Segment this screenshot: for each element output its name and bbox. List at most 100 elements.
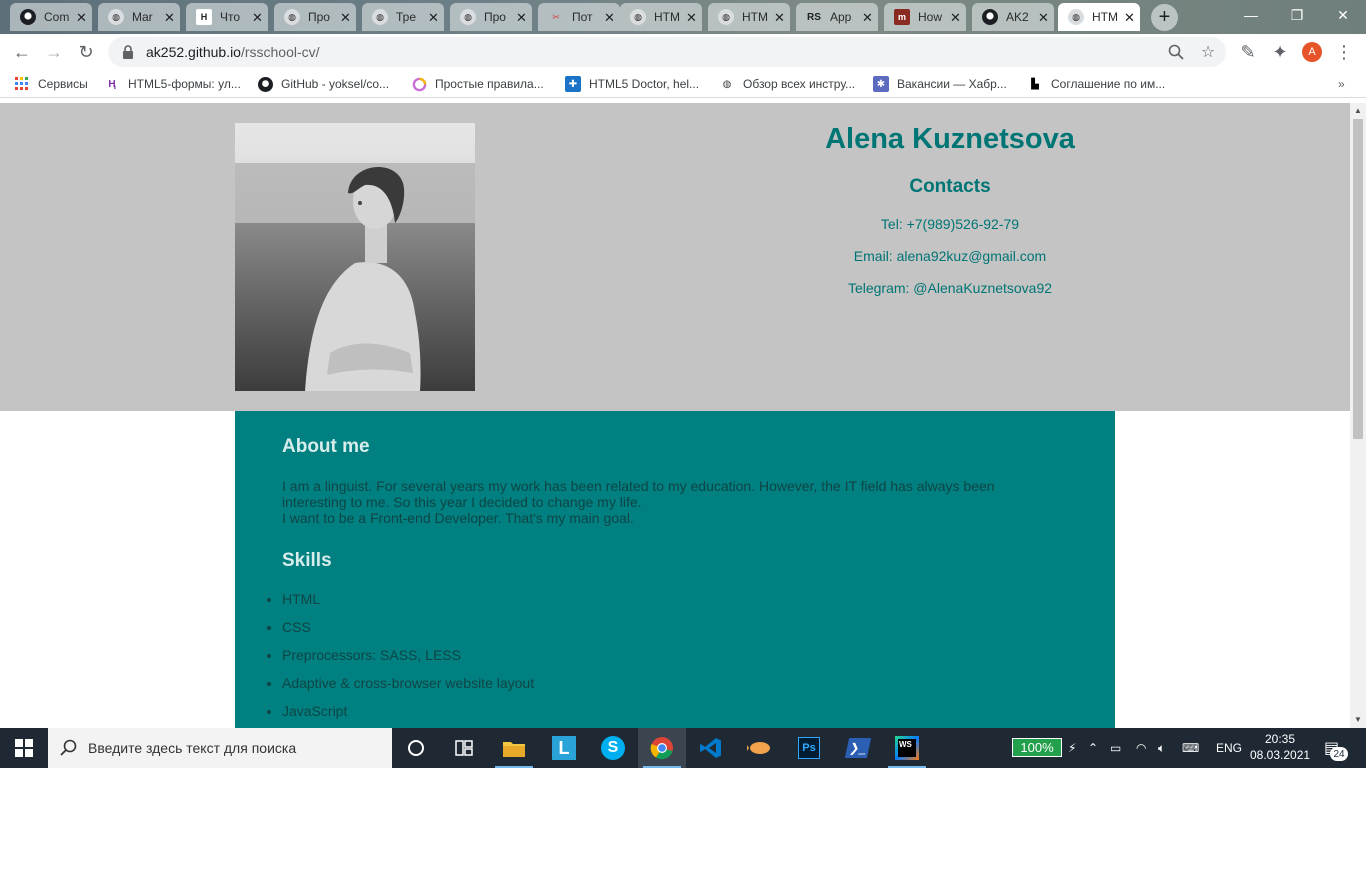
globe-icon: ◍ bbox=[460, 9, 476, 25]
rs-icon: RS bbox=[807, 11, 821, 23]
battery-icon[interactable]: ▭ bbox=[1110, 728, 1121, 768]
page-viewport: Alena Kuznetsova Contacts Tel: +7(989)52… bbox=[0, 103, 1350, 728]
bookmark-label: Вакансии — Хабр... bbox=[897, 77, 1007, 91]
close-window-icon[interactable]: ✕ bbox=[1320, 0, 1366, 30]
tab-title: HTM bbox=[742, 10, 768, 24]
close-icon[interactable]: ✕ bbox=[252, 11, 263, 24]
contact-phone[interactable]: Tel: +7(989)526-92-79 bbox=[790, 216, 1110, 233]
bookmark-github-yoksel[interactable]: GitHub - yoksel/co... bbox=[257, 75, 389, 93]
tab-chto[interactable]: Н Что ✕ bbox=[186, 3, 268, 31]
tab-htm-2[interactable]: ◍ HTM ✕ bbox=[708, 3, 790, 31]
tab-how[interactable]: m How ✕ bbox=[884, 3, 966, 31]
globe-icon: ◍ bbox=[108, 9, 124, 25]
photoshop-icon[interactable]: Ps bbox=[785, 728, 833, 768]
bookmark-bem-naming[interactable]: ▙ Соглашение по им... bbox=[1027, 75, 1165, 93]
profile-avatar[interactable]: A bbox=[1302, 42, 1322, 62]
power-plug-icon[interactable]: ⚡ bbox=[1068, 728, 1076, 768]
scroll-down-icon[interactable]: ▼ bbox=[1354, 715, 1362, 724]
url-text[interactable]: ak252.github.io/rsschool-cv/ bbox=[146, 44, 320, 60]
extension-pen-icon[interactable]: ✎ bbox=[1236, 40, 1260, 64]
close-icon[interactable]: ✕ bbox=[686, 11, 697, 24]
new-tab-button[interactable]: + bbox=[1151, 4, 1178, 31]
search-placeholder: Введите здесь текст для поиска bbox=[88, 740, 297, 756]
bookmark-services[interactable]: Сервисы bbox=[14, 75, 88, 93]
tab-htm-active[interactable]: ◍ HTM ✕ bbox=[1058, 3, 1140, 31]
keyboard-icon[interactable]: ⌨ bbox=[1182, 728, 1199, 768]
close-icon[interactable]: ✕ bbox=[164, 11, 175, 24]
tab-title: Про bbox=[484, 10, 506, 24]
language-indicator[interactable]: ENG bbox=[1216, 728, 1242, 768]
apps-grid-icon bbox=[14, 76, 30, 92]
vscode-icon[interactable] bbox=[687, 728, 735, 768]
close-icon[interactable]: ✕ bbox=[950, 11, 961, 24]
close-icon[interactable]: ✕ bbox=[76, 11, 87, 24]
powershell-icon[interactable]: ❯_ bbox=[834, 728, 882, 768]
page-scrollbar[interactable]: ▲ ▼ bbox=[1350, 103, 1366, 728]
close-icon[interactable]: ✕ bbox=[1124, 11, 1135, 24]
bookmark-html5-doctor[interactable]: ✚ HTML5 Doctor, hel... bbox=[565, 75, 699, 93]
file-explorer-icon[interactable] bbox=[490, 728, 538, 768]
zoom-icon[interactable] bbox=[1166, 42, 1186, 62]
skype-icon[interactable]: S bbox=[589, 728, 637, 768]
cortana-icon[interactable] bbox=[392, 728, 440, 768]
tab-pro-1[interactable]: ◍ Про ✕ bbox=[274, 3, 356, 31]
tab-ak2[interactable]: AK2 ✕ bbox=[972, 3, 1054, 31]
tab-title: App bbox=[830, 10, 852, 24]
wifi-icon[interactable]: ◠ bbox=[1136, 728, 1146, 768]
webstorm-icon[interactable]: WS bbox=[883, 728, 931, 768]
windows-start-icon[interactable] bbox=[0, 728, 48, 768]
bookmarks-overflow-icon[interactable]: » bbox=[1338, 75, 1345, 93]
address-bar[interactable]: ak252.github.io/rsschool-cv/ ☆ bbox=[108, 37, 1226, 67]
about-paragraph-2: I want to be a Front-end Developer. That… bbox=[282, 510, 634, 526]
contacts-heading: Contacts bbox=[909, 176, 991, 197]
close-icon[interactable]: ✕ bbox=[1038, 11, 1049, 24]
bookmark-simple-rules[interactable]: Простые правила... bbox=[411, 75, 544, 93]
screen: Com ✕ ◍ Mar ✕ Н Что ✕ ◍ Про ✕ ◍ Тре ✕ ◍ … bbox=[0, 0, 1366, 768]
close-icon[interactable]: ✕ bbox=[774, 11, 785, 24]
contact-telegram[interactable]: Telegram: @AlenaKuznetsova92 bbox=[790, 280, 1110, 297]
extensions-puzzle-icon[interactable]: ✦ bbox=[1268, 40, 1292, 64]
close-icon[interactable]: ✕ bbox=[604, 11, 615, 24]
url-host: ak252.github.io bbox=[146, 44, 241, 60]
task-view-icon[interactable] bbox=[440, 728, 488, 768]
bookmark-habr-vacancies[interactable]: ✱ Вакансии — Хабр... bbox=[873, 75, 1007, 93]
tab-title: Mar bbox=[132, 10, 153, 24]
scroll-up-icon[interactable]: ▲ bbox=[1354, 106, 1362, 115]
tab-pro-2[interactable]: ◍ Про ✕ bbox=[450, 3, 532, 31]
tab-tre[interactable]: ◍ Тре ✕ bbox=[362, 3, 444, 31]
volume-icon[interactable]: 🔈︎ bbox=[1158, 728, 1165, 768]
bookmark-html5-forms[interactable]: Ң HTML5-формы: ул... bbox=[104, 75, 240, 93]
clock[interactable]: 20:35 08.03.2021 bbox=[1250, 731, 1310, 763]
bookmark-label: Простые правила... bbox=[435, 77, 544, 91]
close-icon[interactable]: ✕ bbox=[862, 11, 873, 24]
reload-icon[interactable]: ↻ bbox=[74, 40, 98, 64]
minimize-icon[interactable]: — bbox=[1228, 0, 1274, 30]
bookmark-tools-overview[interactable]: ◍ Обзор всех инстру... bbox=[719, 75, 856, 93]
contact-email[interactable]: Email: alena92kuz@gmail.com bbox=[790, 248, 1110, 265]
scroll-thumb[interactable] bbox=[1353, 119, 1363, 439]
lingvo-icon[interactable]: L bbox=[540, 728, 588, 768]
forward-icon[interactable]: → bbox=[42, 40, 66, 64]
profile-name: Alena Kuznetsova bbox=[825, 123, 1075, 155]
close-icon[interactable]: ✕ bbox=[516, 11, 527, 24]
tab-app[interactable]: RS App ✕ bbox=[796, 3, 878, 31]
close-icon[interactable]: ✕ bbox=[428, 11, 439, 24]
notification-count: 24 bbox=[1330, 747, 1348, 761]
tab-htm-1[interactable]: ◍ HTM ✕ bbox=[620, 3, 702, 31]
battery-percentage[interactable]: 100% bbox=[1012, 738, 1062, 757]
menu-dots-icon[interactable]: ⋮ bbox=[1332, 40, 1356, 64]
tray-expand-icon[interactable]: ⌃ bbox=[1088, 728, 1098, 768]
globe-icon: ◍ bbox=[284, 9, 300, 25]
bookmark-star-icon[interactable]: ☆ bbox=[1198, 42, 1218, 62]
restore-icon[interactable]: ❐ bbox=[1274, 0, 1320, 30]
taskbar-search[interactable]: Введите здесь текст для поиска bbox=[48, 728, 392, 768]
close-icon[interactable]: ✕ bbox=[340, 11, 351, 24]
fish-app-icon[interactable] bbox=[736, 728, 784, 768]
back-icon[interactable]: ← bbox=[10, 40, 34, 64]
circle-rainbow-icon bbox=[411, 76, 427, 92]
tab-pot[interactable]: ✂ Пот ✕ bbox=[538, 3, 620, 31]
habr-career-icon: ✱ bbox=[873, 76, 889, 92]
tab-mar[interactable]: ◍ Mar ✕ bbox=[98, 3, 180, 31]
chrome-icon[interactable] bbox=[638, 728, 686, 768]
tab-github-com[interactable]: Com ✕ bbox=[10, 3, 92, 31]
